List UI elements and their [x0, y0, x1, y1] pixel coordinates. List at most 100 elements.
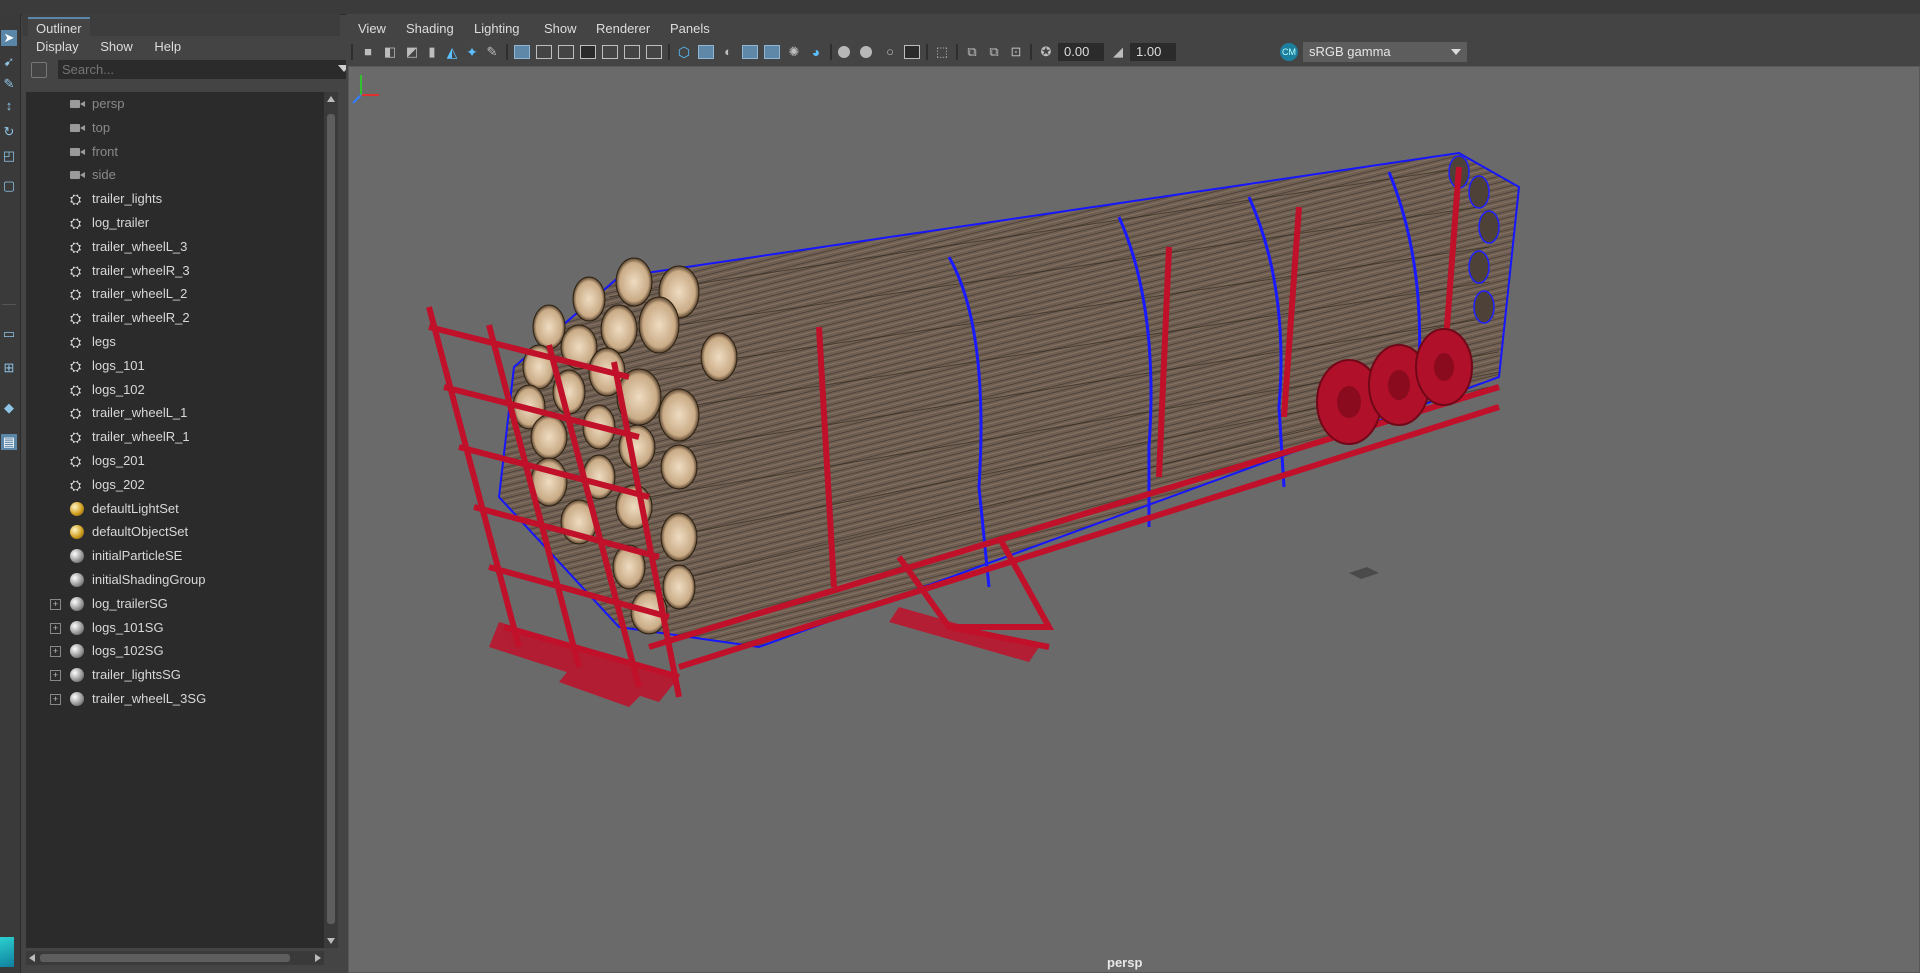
outliner-item[interactable]: ⛭ logs_202: [26, 473, 324, 497]
outliner-item[interactable]: ⛭ legs: [26, 330, 324, 354]
screen-space-ao-icon[interactable]: [838, 46, 850, 58]
scroll-left-arrow-icon[interactable]: [29, 954, 35, 962]
scroll-down-arrow-icon[interactable]: [327, 938, 335, 944]
outliner-item[interactable]: ⛭ logs_201: [26, 449, 324, 473]
outliner-item[interactable]: + logs_101SG: [26, 616, 324, 640]
bookmark-icon[interactable]: ▮: [424, 45, 440, 59]
xray-joints-icon[interactable]: ⊡: [1008, 45, 1024, 59]
2d-pan-zoom-icon[interactable]: ✦: [464, 45, 480, 59]
xray-active-components-icon[interactable]: ⧉: [986, 45, 1002, 59]
depth-of-field-icon[interactable]: [904, 45, 920, 59]
smooth-shade-all-icon[interactable]: [698, 45, 714, 59]
scroll-thumb[interactable]: [327, 114, 335, 924]
outliner-item[interactable]: defaultObjectSet: [26, 520, 324, 544]
gamma-icon[interactable]: ◢: [1110, 45, 1126, 59]
film-gate-icon[interactable]: [536, 45, 552, 59]
outliner-item[interactable]: + log_trailerSG: [26, 592, 324, 616]
rotate-tool-icon[interactable]: ↻: [1, 124, 17, 140]
maya-logo-icon: [0, 937, 14, 967]
outliner-item[interactable]: top: [26, 116, 324, 140]
menu-show[interactable]: Show: [100, 39, 133, 54]
use-all-lights-icon[interactable]: ✺: [786, 45, 802, 59]
view-transform-dropdown[interactable]: sRGB gamma: [1303, 42, 1467, 62]
outliner-horizontal-scrollbar[interactable]: [26, 951, 324, 965]
outliner-item[interactable]: + logs_102SG: [26, 639, 324, 663]
exposure-icon[interactable]: ✪: [1038, 45, 1054, 59]
outliner-item[interactable]: ⛭ log_trailer: [26, 211, 324, 235]
exposure-field[interactable]: 0.00: [1058, 43, 1104, 61]
outliner-vertical-scrollbar[interactable]: [324, 92, 338, 948]
scroll-right-arrow-icon[interactable]: [315, 954, 321, 962]
outliner-item[interactable]: side: [26, 163, 324, 187]
expand-plus-icon[interactable]: +: [50, 646, 61, 658]
lasso-tool-icon[interactable]: ➹: [1, 54, 17, 70]
outliner-item[interactable]: ⛭ logs_102: [26, 378, 324, 402]
safe-title-icon[interactable]: [646, 45, 662, 59]
bookmarks-icon[interactable]: ◩: [404, 45, 420, 59]
motion-blur-icon[interactable]: [860, 46, 872, 58]
image-plane-icon[interactable]: ◭: [444, 45, 460, 59]
shadows-icon[interactable]: ◕: [808, 45, 824, 59]
textured-icon[interactable]: [764, 45, 780, 59]
menu-help[interactable]: Help: [154, 39, 181, 54]
wireframe-on-shaded-icon[interactable]: [742, 45, 758, 59]
menu-display[interactable]: Display: [36, 39, 79, 54]
field-chart-icon[interactable]: [602, 45, 618, 59]
outliner-item[interactable]: + trailer_lightsSG: [26, 663, 324, 687]
expand-plus-icon[interactable]: +: [50, 598, 61, 610]
outliner-item[interactable]: ⛭ logs_101: [26, 354, 324, 378]
outliner-item[interactable]: front: [26, 140, 324, 164]
gamma-field[interactable]: 1.00: [1130, 43, 1176, 61]
3d-viewport-persp[interactable]: persp: [348, 66, 1920, 973]
paint-select-tool-icon[interactable]: ✎: [1, 76, 17, 92]
tab-outliner[interactable]: Outliner: [28, 17, 90, 38]
view-transform-value: sRGB gamma: [1309, 44, 1391, 59]
outliner-item[interactable]: ⛭ trailer_wheelL_1: [26, 401, 324, 425]
outliner-item-label: logs_201: [92, 452, 145, 468]
select-camera-icon[interactable]: ■: [360, 45, 376, 59]
outliner-item[interactable]: initialParticleSE: [26, 544, 324, 568]
scale-tool-icon[interactable]: ◰: [1, 148, 17, 164]
single-view-layout-icon[interactable]: ▭: [1, 326, 17, 342]
expand-plus-icon[interactable]: +: [50, 670, 61, 682]
xray-icon[interactable]: ⧉: [964, 45, 980, 59]
viewport-menu-bar: View Shading Lighting Show Renderer Pane…: [346, 14, 1920, 38]
shading-group-icon: [70, 572, 84, 587]
safe-action-icon[interactable]: [624, 45, 640, 59]
outliner-item-label: defaultLightSet: [92, 500, 179, 516]
outliner-item[interactable]: + trailer_wheelL_3SG: [26, 687, 324, 711]
four-view-layout-icon[interactable]: ⊞: [1, 360, 17, 376]
outliner-item[interactable]: defaultLightSet: [26, 497, 324, 521]
expand-plus-icon[interactable]: +: [50, 693, 61, 705]
camera-attributes-icon[interactable]: ◧: [382, 45, 398, 59]
outliner-item[interactable]: persp: [26, 92, 324, 116]
last-tool-icon[interactable]: ▢: [1, 178, 17, 194]
outliner-item[interactable]: ⛭ trailer_wheelR_1: [26, 425, 324, 449]
outliner-item[interactable]: ⛭ trailer_wheelL_3: [26, 235, 324, 259]
grease-pencil-icon[interactable]: ✎: [484, 45, 500, 59]
filter-icon[interactable]: [31, 62, 47, 78]
grid-toggle-icon[interactable]: [514, 45, 530, 59]
scroll-up-arrow-icon[interactable]: [327, 96, 335, 102]
persp-outliner-layout-icon[interactable]: ▤: [1, 434, 17, 450]
outliner-item[interactable]: ⛭ trailer_wheelL_2: [26, 282, 324, 306]
move-tool-icon[interactable]: ↕: [1, 98, 17, 114]
resolution-gate-icon[interactable]: [558, 45, 574, 59]
viewport-toolbar: ■ ◧ ◩ ▮ ◭ ✦ ✎ ⬡ ◐ ✺ ◕ ○ ⬚ ⧉ ⧉ ⊡ ✪ 0.00 ◢…: [346, 38, 1920, 66]
use-default-material-icon[interactable]: ◐: [720, 45, 736, 59]
select-tool-icon[interactable]: ➤: [1, 30, 17, 46]
multisample-aa-icon[interactable]: ○: [882, 45, 898, 59]
isolate-select-icon[interactable]: ⬚: [934, 45, 950, 59]
outliner-item[interactable]: initialShadingGroup: [26, 568, 324, 592]
outliner-item[interactable]: ⛭ trailer_lights: [26, 187, 324, 211]
outliner-item-label: trailer_lights: [92, 191, 163, 207]
outliner-item[interactable]: ⛭ trailer_wheelR_2: [26, 306, 324, 330]
scroll-thumb-horizontal[interactable]: [40, 954, 290, 962]
gate-mask-icon[interactable]: [580, 45, 596, 59]
search-input[interactable]: [58, 60, 354, 79]
outliner-layout-icon[interactable]: ◆: [1, 400, 17, 416]
color-management-toggle-icon[interactable]: CM: [1280, 43, 1298, 61]
outliner-item[interactable]: ⛭ trailer_wheelR_3: [26, 259, 324, 283]
wireframe-shading-icon[interactable]: ⬡: [676, 45, 692, 59]
expand-plus-icon[interactable]: +: [50, 622, 61, 634]
